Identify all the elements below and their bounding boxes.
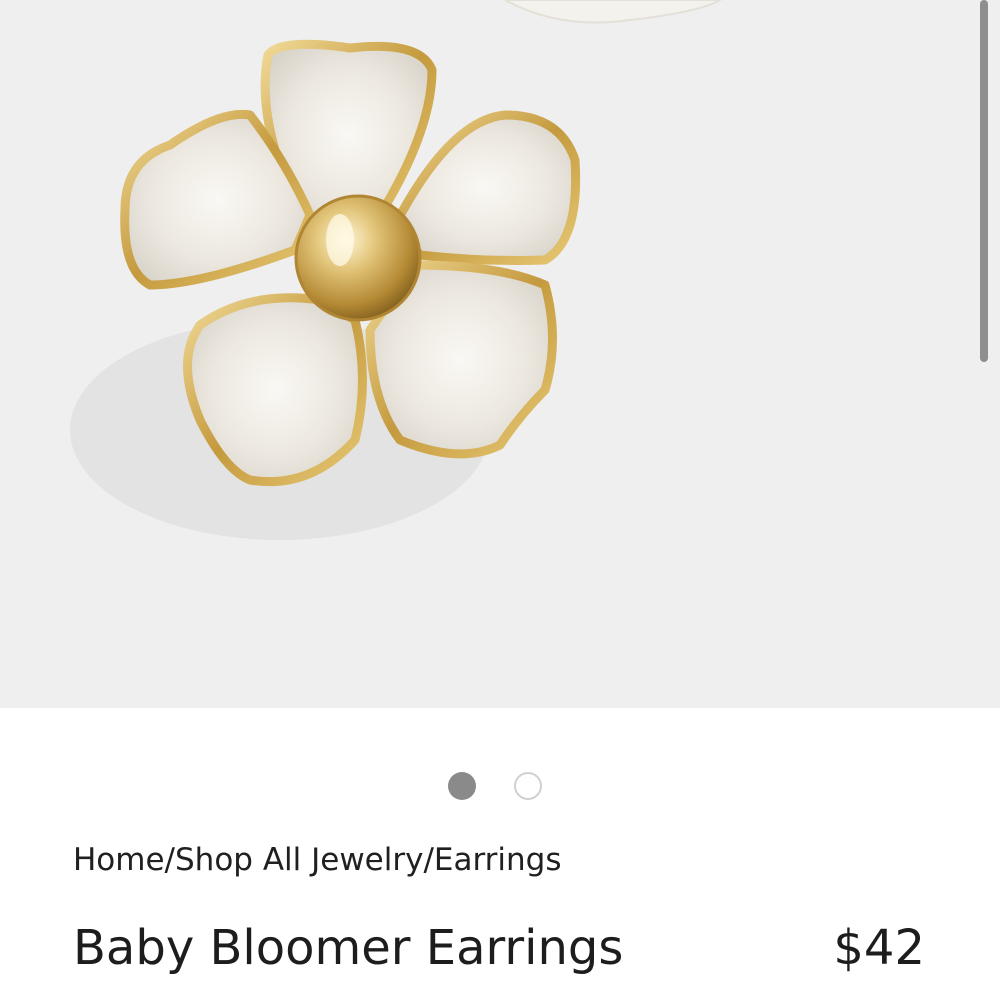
product-title-row: Baby Bloomer Earrings $42 [73,920,925,976]
carousel-dot-2[interactable] [514,772,542,800]
scrollbar[interactable] [980,0,988,362]
product-title: Baby Bloomer Earrings [73,920,624,976]
carousel-dot-1[interactable] [448,772,476,800]
product-image[interactable] [0,0,1000,708]
flower-earring-image [70,0,722,540]
carousel-dots [448,772,548,800]
breadcrumb[interactable]: Home/Shop All Jewelry/Earrings [73,842,562,878]
product-price: $42 [833,920,925,976]
product-page: Home/Shop All Jewelry/Earrings Baby Bloo… [0,0,1000,1000]
